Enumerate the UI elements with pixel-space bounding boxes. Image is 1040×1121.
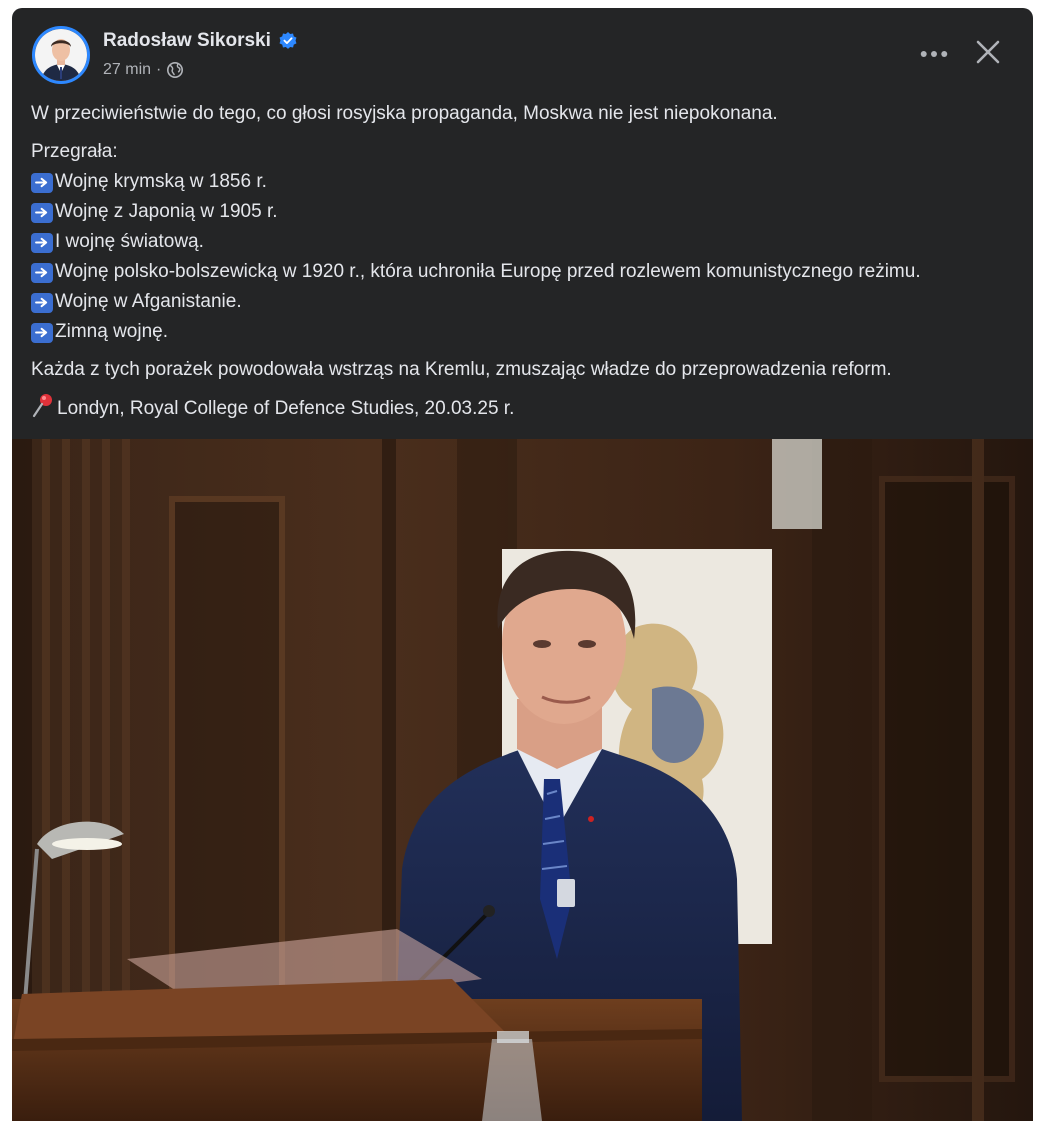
- list-item: Zimną wojnę.: [31, 317, 1021, 347]
- list-item-text: Wojnę polsko-bolszewicką w 1920 r., któr…: [55, 261, 921, 282]
- right-arrow-emoji-icon: [31, 202, 53, 223]
- right-arrow-emoji-icon: [31, 322, 53, 343]
- more-options-button[interactable]: [912, 36, 956, 72]
- post-conclusion: Każda z tych porażek powodowała wstrząs …: [31, 359, 892, 380]
- defeats-list: Przegrała: Wojnę krymską w 1856 r. Wojnę…: [31, 137, 1021, 347]
- list-item: Wojnę w Afganistanie.: [31, 287, 1021, 317]
- list-item: I wojnę światową.: [31, 227, 1021, 257]
- author-name-row: Radosław Sikorski: [103, 30, 297, 52]
- list-item: Wojnę z Japonią w 1905 r.: [31, 197, 1021, 227]
- speaker-photo: [12, 439, 1033, 1121]
- list-item-text: Wojnę z Japonią w 1905 r.: [55, 201, 278, 222]
- more-horizontal-icon: [920, 51, 948, 57]
- post-location-line: Londyn, Royal College of Defence Studies…: [31, 393, 1021, 424]
- author-name[interactable]: Radosław Sikorski: [103, 30, 271, 52]
- post-body: W przeciwieństwie do tego, co głosi rosy…: [31, 99, 1021, 432]
- right-arrow-emoji-icon: [31, 292, 53, 313]
- post-location: Londyn, Royal College of Defence Studies…: [57, 398, 515, 419]
- avatar-photo: [35, 29, 87, 81]
- meta-separator: ·: [156, 61, 162, 78]
- globe-icon[interactable]: [166, 61, 184, 79]
- post-intro: W przeciwieństwie do tego, co głosi rosy…: [31, 103, 778, 124]
- post-card: Radosław Sikorski 27 min · W przeciwieńs…: [12, 8, 1033, 1121]
- list-item-text: I wojnę światową.: [55, 231, 204, 252]
- post-meta: 27 min ·: [103, 61, 184, 79]
- list-item: Wojnę polsko-bolszewicką w 1920 r., któr…: [31, 257, 1021, 287]
- list-item-text: Wojnę w Afganistanie.: [55, 291, 242, 312]
- post-header: Radosław Sikorski 27 min ·: [12, 8, 1033, 98]
- right-arrow-emoji-icon: [31, 232, 53, 253]
- close-button[interactable]: [968, 32, 1008, 72]
- list-item-text: Wojnę krymską w 1856 r.: [55, 171, 267, 192]
- pushpin-emoji-icon: [31, 393, 55, 419]
- author-avatar[interactable]: [32, 26, 90, 84]
- list-heading: Przegrała:: [31, 141, 118, 162]
- close-icon: [976, 40, 1000, 64]
- right-arrow-emoji-icon: [31, 172, 53, 193]
- post-photo[interactable]: [12, 439, 1033, 1121]
- list-item: Wojnę krymską w 1856 r.: [31, 167, 1021, 197]
- list-item-text: Zimną wojnę.: [55, 321, 168, 342]
- right-arrow-emoji-icon: [31, 262, 53, 283]
- post-timestamp[interactable]: 27 min: [103, 61, 151, 79]
- verified-badge-icon: [279, 32, 297, 50]
